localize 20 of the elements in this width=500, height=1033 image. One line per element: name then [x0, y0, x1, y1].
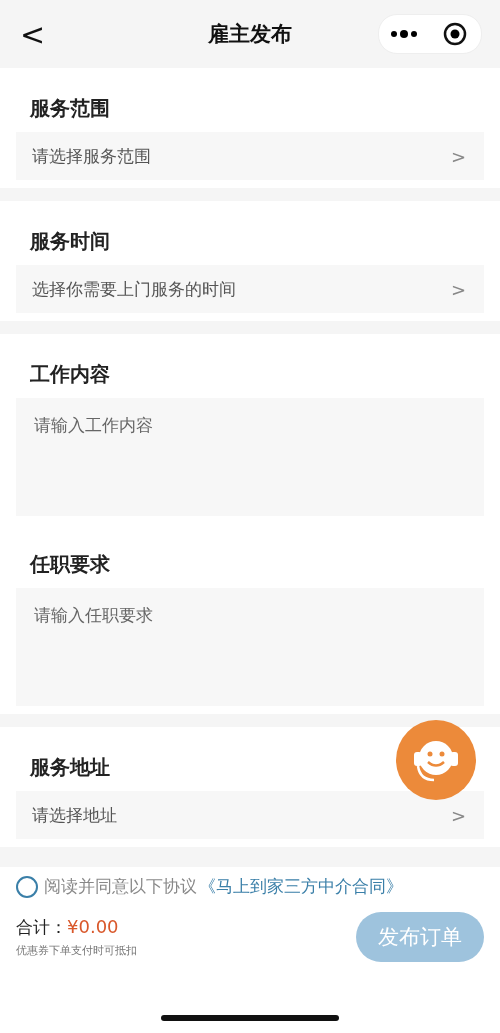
- input-field[interactable]: 请输入任职要求: [16, 588, 484, 706]
- total-label: 合计：: [16, 916, 67, 939]
- contract-link[interactable]: 《马上到家三方中介合同》: [199, 875, 403, 898]
- coupon-note: 优惠券下单支付时可抵扣: [16, 943, 137, 958]
- total-amount: ¥0.00: [67, 916, 119, 937]
- section-title: 工作内容: [30, 362, 111, 386]
- page-title: 雇主发布: [207, 21, 292, 48]
- target-icon: [443, 22, 468, 46]
- section-title: 服务范围: [30, 96, 111, 120]
- section-title: 服务地址: [30, 755, 111, 779]
- select-field[interactable]: 请选择服务范围 >: [16, 132, 484, 180]
- agreement-text: 阅读并同意以下协议: [44, 875, 197, 898]
- select-field[interactable]: 选择你需要上门服务的时间 >: [16, 265, 484, 313]
- back-button[interactable]: <: [14, 16, 52, 52]
- agree-radio[interactable]: [16, 875, 38, 898]
- select-field[interactable]: 请选择地址 >: [16, 791, 484, 839]
- input-field[interactable]: 请输入工作内容: [16, 398, 484, 516]
- more-icon: [390, 30, 419, 38]
- section-title: 任职要求: [30, 552, 111, 576]
- section-title: 服务时间: [30, 229, 111, 253]
